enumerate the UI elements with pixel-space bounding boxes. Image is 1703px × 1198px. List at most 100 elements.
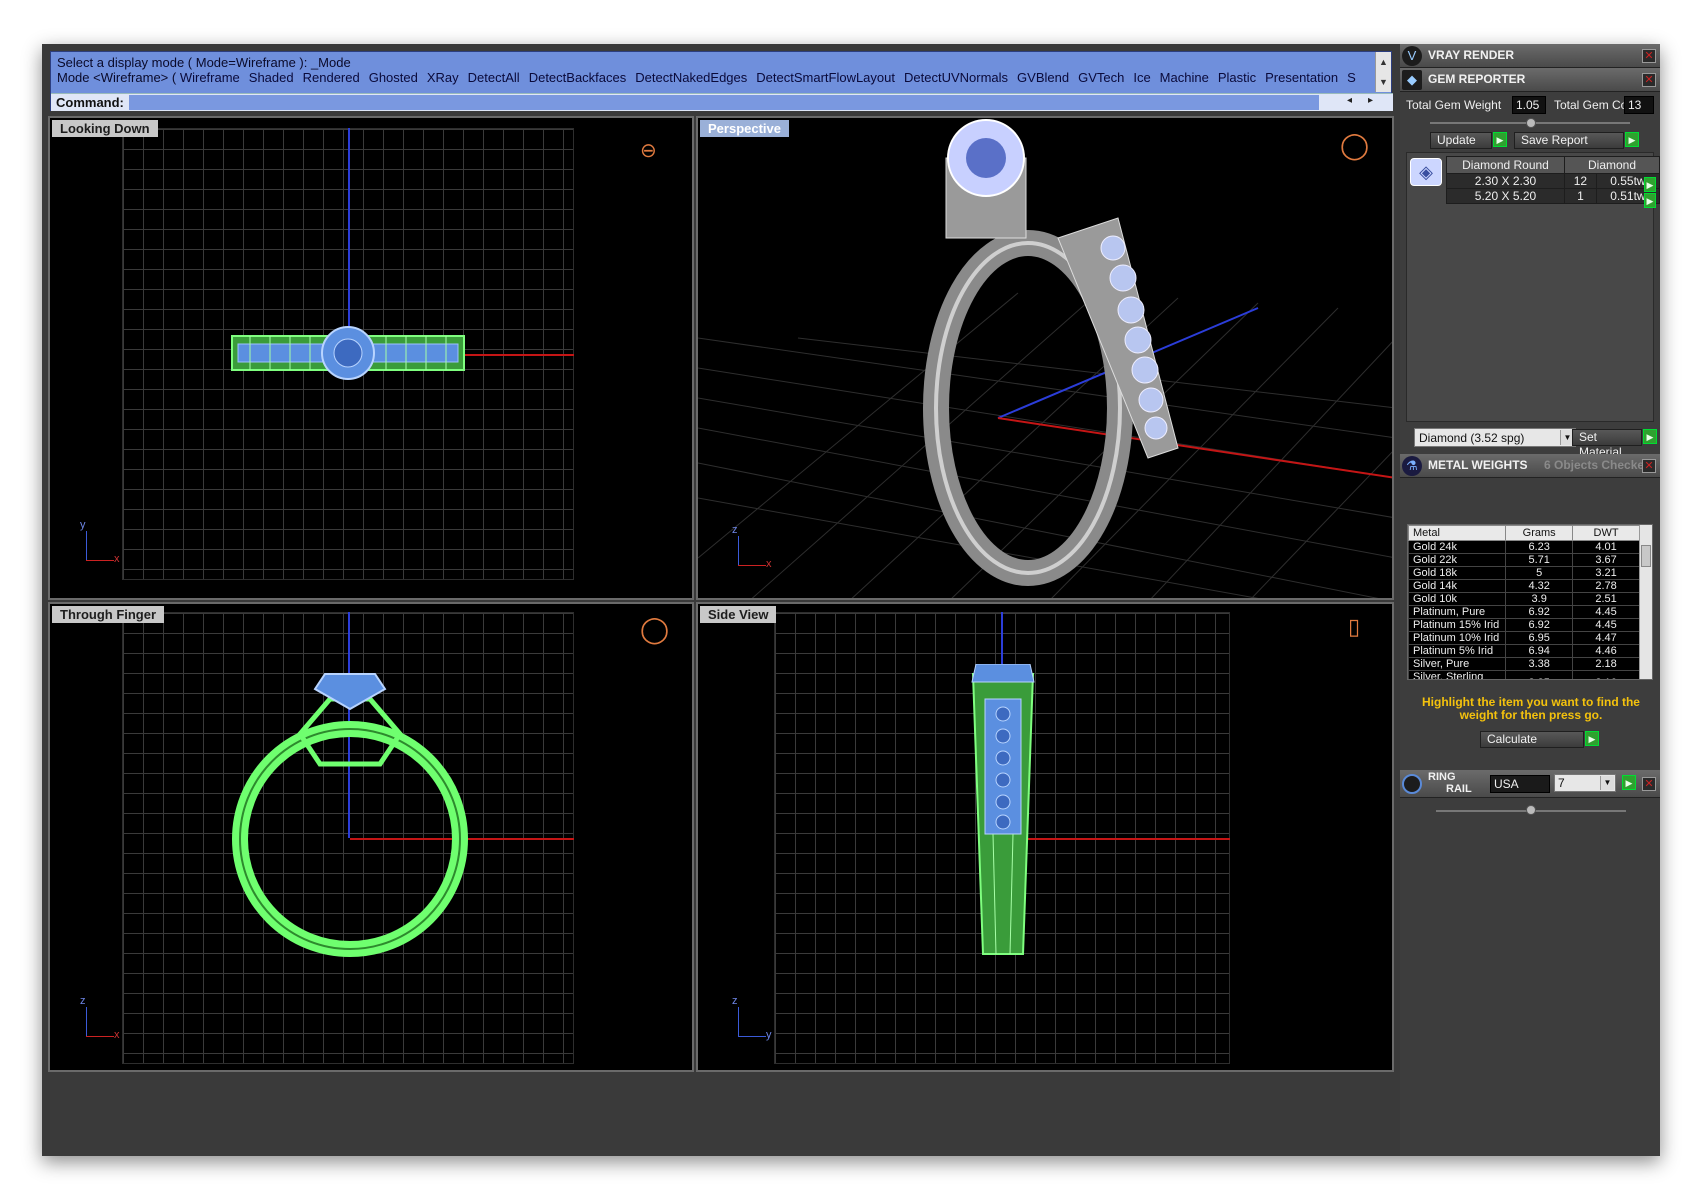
metal-cell-metal: Platinum 15% Irid [1408,618,1507,632]
mode-option[interactable]: Shaded [249,70,294,85]
scroll-down-icon[interactable]: ▼ [1376,72,1391,92]
metal-cell-metal: Gold 10k [1408,592,1507,606]
metal-row[interactable]: Gold 14k 4.32 2.78 [1408,579,1640,593]
viewport-title[interactable]: Looking Down [52,120,158,137]
mode-option[interactable]: Ice [1133,70,1150,85]
viewport-perspective[interactable]: Perspective ◯ z x [696,116,1394,600]
set-material-go-icon[interactable]: ▶ [1643,429,1657,444]
ring-front-wireframe[interactable] [220,664,480,964]
vray-render-header[interactable]: V VRAY RENDER ✕ [1400,44,1660,68]
viewport-side-view[interactable]: Side View ▯ z y [696,602,1394,1072]
calculate-button[interactable]: Calculate [1480,731,1584,748]
metal-row[interactable]: Gold 18k 5 3.21 [1408,566,1640,580]
mode-option[interactable]: GVBlend [1017,70,1069,85]
calculate-go-icon[interactable]: ▶ [1585,731,1599,746]
mode-option[interactable]: S [1347,70,1356,85]
viewport-title[interactable]: Perspective [700,120,789,137]
mode-option[interactable]: DetectAll [468,70,520,85]
metal-row[interactable]: Gold 10k 3.9 2.51 [1408,592,1640,606]
ring-side-wireframe[interactable] [968,664,1038,964]
command-scrollbar[interactable]: ▲ ▼ [1375,52,1391,92]
mode-option[interactable]: Ghosted [369,70,418,85]
mode-option[interactable]: DetectUVNormals [904,70,1008,85]
metal-cell-dwt: 2.78 [1572,579,1640,593]
ring-perspective-nav-icon[interactable]: ◯ [1340,130,1369,161]
ring-rail-slider-knob[interactable] [1526,805,1536,815]
ring-rail-header[interactable]: RING RAIL USA 7 ▼ ▶ ✕ [1400,770,1660,798]
mode-option[interactable]: Rendered [303,70,360,85]
metal-row[interactable]: Gold 22k 5.71 3.67 [1408,553,1640,567]
ring-top-nav-icon[interactable]: ⊖ [640,138,657,163]
metal-row[interactable]: Silver, Pure 3.38 2.18 [1408,657,1640,671]
metal-scrollbar[interactable] [1639,525,1652,679]
ring-front-nav-icon[interactable]: ◯ [640,614,669,645]
save-report-button[interactable]: Save Report [1514,132,1624,149]
close-icon[interactable]: ✕ [1642,49,1656,63]
mode-option[interactable]: XRay [427,70,459,85]
metal-cell-metal: Gold 18k [1408,566,1507,580]
gem-reporter-header[interactable]: ◆ GEM REPORTER ✕ [1400,68,1660,92]
metal-row[interactable]: Platinum 5% Irid 6.94 4.46 [1408,644,1640,658]
ring-rail-title-2: RAIL [1446,783,1472,795]
close-icon[interactable]: ✕ [1642,73,1656,87]
chevron-down-icon[interactable]: ▼ [1600,776,1614,790]
metal-row[interactable]: Gold 24k 6.23 4.01 [1408,540,1640,554]
material-select[interactable]: Diamond (3.52 spg) ▼ [1414,428,1576,447]
mode-option[interactable]: Plastic [1218,70,1256,85]
update-button[interactable]: Update [1430,132,1492,149]
viewport-title[interactable]: Through Finger [52,606,165,623]
metal-weights-header[interactable]: ⚗ METAL WEIGHTS 6 Objects Checked ✕ [1400,454,1660,478]
gem-row[interactable]: 2.30 X 2.30 12 0.55tw [1446,173,1660,189]
metal-cell-dwt: 3.21 [1572,566,1640,580]
mode-option[interactable]: Wireframe [180,70,240,85]
command-input-row: Command: ◂▸ [51,93,1393,111]
ring-size-select[interactable]: 7 ▼ [1554,774,1616,792]
mode-option[interactable]: DetectSmartFlowLayout [756,70,895,85]
gem-count: 1 [1564,188,1597,204]
metal-row[interactable]: Platinum 15% Irid 6.92 4.45 [1408,618,1640,632]
metal-weights-title: METAL WEIGHTS [1428,458,1528,472]
save-report-go-icon[interactable]: ▶ [1625,132,1639,147]
gem-row[interactable]: 5.20 X 5.20 1 0.51tw [1446,188,1660,204]
ring-size-value: 7 [1558,776,1565,790]
command-input[interactable] [129,95,1319,110]
gem-row-go-icon[interactable]: ▶ [1644,177,1656,192]
scroll-up-icon[interactable]: ▲ [1376,52,1391,72]
metal-row[interactable]: Platinum 10% Irid 6.95 4.47 [1408,631,1640,645]
viewport-looking-down[interactable]: Looking Down ⊖ y x [48,116,694,600]
metal-col-header: Grams [1505,525,1574,541]
close-icon[interactable]: ✕ [1642,459,1656,473]
gem-size: 5.20 X 5.20 [1446,188,1565,204]
metal-row[interactable]: Silver, Sterling (9...3.352.16 [1408,670,1640,679]
mode-option[interactable]: DetectNakedEdges [635,70,747,85]
gem-slider-knob[interactable] [1526,118,1536,128]
vray-icon: V [1402,46,1422,66]
viewport-through-finger[interactable]: Through Finger ◯ z x [48,602,694,1072]
mode-option[interactable]: Presentation [1265,70,1338,85]
metal-cell-grams: 6.92 [1505,618,1574,632]
viewport-title[interactable]: Side View [700,606,777,623]
flask-icon: ⚗ [1402,456,1422,476]
command-label: Command: [56,95,124,110]
mode-option[interactable]: Machine [1160,70,1209,85]
gem-row-go-icon[interactable]: ▶ [1644,193,1656,208]
ring-side-nav-icon[interactable]: ▯ [1348,614,1360,640]
command-nav-arrows[interactable]: ◂▸ [1347,95,1389,106]
metal-cell-metal: Gold 14k [1408,579,1507,593]
ring-region-field[interactable]: USA [1490,775,1550,793]
ring-rail-go-icon[interactable]: ▶ [1622,775,1636,790]
metal-cell-dwt: 3.67 [1572,553,1640,567]
ring-top-wireframe[interactable] [230,318,470,388]
set-material-button[interactable]: Set Material [1572,429,1642,459]
gem-reporter-title: GEM REPORTER [1428,72,1526,86]
axis-label-b: x [114,1029,120,1041]
total-gem-weight-label: Total Gem Weight [1406,98,1502,112]
axis-label-a: z [80,995,86,1007]
update-go-icon[interactable]: ▶ [1493,132,1507,147]
total-gem-weight-value: 1.05 [1512,96,1546,114]
close-icon[interactable]: ✕ [1642,777,1656,791]
mode-option[interactable]: GVTech [1078,70,1124,85]
mode-option[interactable]: DetectBackfaces [529,70,627,85]
plugin-panel: V VRAY RENDER ✕ ◆ GEM REPORTER ✕ Total G… [1400,44,1660,1156]
metal-row[interactable]: Platinum, Pure 6.92 4.45 [1408,605,1640,619]
